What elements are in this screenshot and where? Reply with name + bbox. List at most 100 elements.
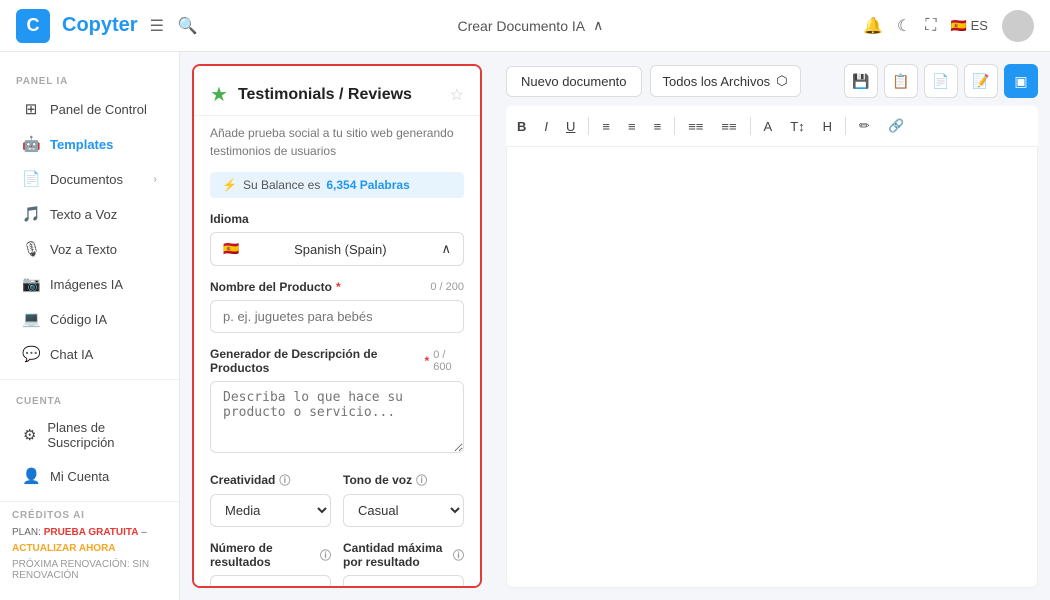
search-icon[interactable]: 🔍 [178, 16, 198, 36]
sidebar-label-panel-control: Panel de Control [50, 102, 147, 117]
font-size-btn[interactable]: T↕ [783, 115, 811, 138]
info-icon-tono[interactable]: ⓘ [416, 472, 427, 488]
tono-label: Tono de voz ⓘ [343, 472, 464, 488]
info-icon-cant[interactable]: ⓘ [453, 547, 464, 563]
align-center-btn[interactable]: ≡ [621, 115, 643, 138]
plan-name: PRUEBA GRATUITA [44, 527, 139, 538]
header-right: 🔔 ☾ ⛶ 🇪🇸 ES [863, 10, 1034, 42]
moon-icon[interactable]: ☾ [897, 16, 911, 36]
bold-btn[interactable]: B [510, 115, 533, 138]
italic-btn[interactable]: I [537, 115, 555, 138]
active-btn[interactable]: ▣ [1004, 64, 1038, 98]
num-resultados-col: Número de resultados ⓘ [210, 541, 331, 588]
edit-btn[interactable]: 📝 [964, 64, 998, 98]
logo-letter: C [27, 15, 40, 36]
chevron-up-lang: ∧ [441, 241, 451, 257]
creatividad-select[interactable]: Media Alta Baja [210, 494, 331, 527]
bolt-icon: ⚡ [222, 178, 237, 192]
balance-label: Su Balance es [243, 178, 320, 192]
lang-badge[interactable]: 🇪🇸 ES [950, 18, 988, 34]
copy-btn[interactable]: 📋 [884, 64, 918, 98]
align-right-btn[interactable]: ≡ [647, 115, 669, 138]
sidebar-item-templates[interactable]: 🤖 Templates [6, 127, 173, 161]
header-left: C Copyter ☰ 🔍 [16, 9, 198, 43]
renovation-text: PRÓXIMA RENOVACIÓN: SIN RENOVACIÓN [12, 559, 167, 581]
info-icon-resultados[interactable]: ⓘ [320, 547, 331, 563]
descripcion-label: Generador de Descripción de Productos * … [210, 347, 464, 375]
archive-select[interactable]: Todos los Archivos ⬡ [650, 65, 801, 97]
nombre-input[interactable] [210, 300, 464, 333]
font-color-btn[interactable]: A [757, 115, 780, 138]
sidebar-label-chat-ia: Chat IA [50, 347, 93, 362]
camera-icon: 📷 [22, 275, 40, 293]
sidebar-label-imagenes-ia: Imágenes IA [50, 277, 123, 292]
underline-btn[interactable]: U [559, 115, 582, 138]
plan-prefix: PLAN: [12, 527, 44, 538]
doc-btn[interactable]: 📄 [924, 64, 958, 98]
sidebar-item-documentos[interactable]: 📄 Documentos › [6, 162, 173, 196]
new-doc-button[interactable]: Nuevo documento [506, 66, 642, 97]
cant-maxima-input[interactable] [343, 575, 464, 588]
descripcion-count: 0 / 600 [433, 349, 464, 373]
editor-body[interactable] [506, 147, 1038, 588]
resultados-row: Número de resultados ⓘ Cantidad máxima p… [194, 541, 480, 588]
nombre-required: * [336, 280, 341, 294]
creatividad-col: Creatividad ⓘ Media Alta Baja [210, 472, 331, 527]
link-btn[interactable]: 🔗 [881, 114, 911, 138]
sidebar-item-texto-voz[interactable]: 🎵 Texto a Voz [6, 197, 173, 231]
favorite-icon[interactable]: ☆ [450, 85, 464, 105]
sidebar-item-planes[interactable]: ⚙ Planes de Suscripción [6, 412, 173, 458]
sidebar-label-templates: Templates [50, 137, 113, 152]
main: PANEL IA ⊞ Panel de Control 🤖 Templates … [0, 52, 1050, 600]
num-resultados-input[interactable] [210, 575, 331, 588]
cant-maxima-label: Cantidad máxima por resultado ⓘ [343, 541, 464, 569]
upgrade-link[interactable]: ACTUALIZAR AHORA [12, 543, 116, 554]
save-btn[interactable]: 💾 [844, 64, 878, 98]
form-title: Testimonials / Reviews [238, 86, 440, 104]
cuenta-label: CUENTA [0, 388, 179, 411]
sidebar-label-codigo-ia: Código IA [50, 312, 107, 327]
sidebar-item-voz-texto[interactable]: 🎙 Voz a Texto [6, 232, 173, 266]
language-select[interactable]: 🇪🇸 Spanish (Spain) ∧ [210, 232, 464, 266]
form-panel: ★ Testimonials / Reviews ☆ Añade prueba … [192, 64, 482, 588]
tono-select[interactable]: Casual Formal Profesional [343, 494, 464, 527]
logo-box: C [16, 9, 50, 43]
align-left-btn[interactable]: ≡ [595, 115, 617, 138]
sidebar-item-chat-ia[interactable]: 💬 Chat IA [6, 337, 173, 371]
nombre-count: 0 / 200 [430, 281, 464, 293]
sidebar-item-mi-cuenta[interactable]: 👤 Mi Cuenta [6, 459, 173, 493]
avatar[interactable] [1002, 10, 1034, 42]
descripcion-group: Generador de Descripción de Productos * … [194, 347, 480, 472]
info-icon-creatividad[interactable]: ⓘ [279, 472, 290, 488]
cant-maxima-col: Cantidad máxima por resultado ⓘ [343, 541, 464, 588]
header: C Copyter ☰ 🔍 Crear Documento IA ∧ 🔔 ☾ ⛶… [0, 0, 1050, 52]
heading-btn[interactable]: H [816, 115, 839, 138]
creatividad-tono-row: Creatividad ⓘ Media Alta Baja Tono de vo… [194, 472, 480, 541]
audio-icon: 🎵 [22, 205, 40, 223]
nombre-group: Nombre del Producto * 0 / 200 [194, 280, 480, 347]
sidebar-item-panel-control[interactable]: ⊞ Panel de Control [6, 92, 173, 126]
form-description: Añade prueba social a tu sitio web gener… [194, 116, 480, 172]
pen-btn[interactable]: ✏ [852, 114, 877, 138]
editor-panel: Nuevo documento Todos los Archivos ⬡ 💾 📋… [494, 52, 1050, 600]
balance-value: 6,354 Palabras [326, 178, 409, 192]
header-create-doc[interactable]: Crear Documento IA ∧ [457, 17, 603, 34]
idioma-label: Idioma [210, 212, 464, 226]
editor-format-bar: B I U ≡ ≡ ≡ ≡≡ ≡≡ A T↕ H ✏ 🔗 [506, 106, 1038, 147]
idioma-group: Idioma 🇪🇸 Spanish (Spain) ∧ [194, 212, 480, 280]
grid-icon: ⊞ [22, 100, 40, 118]
panel-ia-label: PANEL IA [0, 68, 179, 91]
expand-icon[interactable]: ⛶ [925, 17, 936, 35]
list-ordered-btn[interactable]: ≡≡ [681, 115, 710, 138]
sidebar: PANEL IA ⊞ Panel de Control 🤖 Templates … [0, 52, 180, 600]
chat-icon: 💬 [22, 345, 40, 363]
sidebar-item-imagenes-ia[interactable]: 📷 Imágenes IA [6, 267, 173, 301]
bell-icon[interactable]: 🔔 [863, 16, 883, 36]
list-unordered-btn[interactable]: ≡≡ [714, 115, 743, 138]
nombre-label: Nombre del Producto * 0 / 200 [210, 280, 464, 294]
descripcion-required: * [425, 354, 430, 368]
descripcion-input[interactable] [210, 381, 464, 453]
hamburger-icon[interactable]: ☰ [150, 16, 164, 36]
plan-sep: – [139, 527, 147, 538]
sidebar-item-codigo-ia[interactable]: 💻 Código IA [6, 302, 173, 336]
